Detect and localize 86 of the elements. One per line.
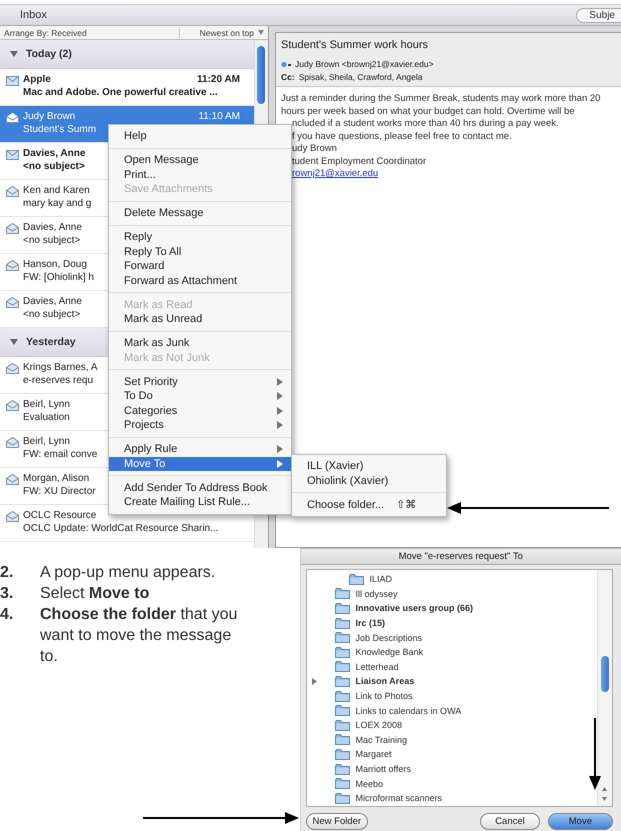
message-text-line: hours per week based on what your budget can hold. Overtime will be bbox=[281, 106, 576, 118]
message-sender: OCLC Resource bbox=[23, 510, 96, 521]
menu-item-label: Set Priority bbox=[124, 376, 178, 388]
step-text: A pop-up menu appears. bbox=[40, 563, 216, 583]
message-subject: e-reserves requ bbox=[23, 375, 94, 386]
message-subject: Mac and Adobe. One powerful creative ... bbox=[23, 87, 218, 98]
submenu-item-label: ILL (Xavier) bbox=[307, 460, 364, 472]
message-time: 11:10 AM bbox=[198, 111, 241, 122]
step-number: 3. bbox=[0, 584, 14, 604]
message-sender: Beirl, Lynn bbox=[23, 399, 70, 410]
message-subject: mary kay and g bbox=[23, 198, 92, 209]
message-text-line: ncluded if a student works more than 40 hrs during a pay week. bbox=[291, 118, 560, 130]
cc-recipients: Spisak, Sheila, Crawford, Angela bbox=[298, 72, 422, 82]
folder-name: Irc (15) bbox=[356, 618, 386, 628]
message-subject: FW: [Ohiolink] h bbox=[23, 272, 94, 283]
submenu-item-label: Ohiolink (Xavier) bbox=[307, 474, 388, 487]
group-label: Yesterday bbox=[26, 336, 76, 348]
folder-name: Letterhead bbox=[356, 662, 399, 672]
folder-name: Meebo bbox=[356, 778, 384, 789]
message-text-line: tudent Employment Coordinator bbox=[291, 156, 428, 168]
message-sender: Beirl, Lynn bbox=[23, 436, 70, 447]
menu-item-label: Delete Message bbox=[124, 207, 204, 220]
message-subject: <no subject> bbox=[23, 309, 80, 320]
message-time: 11:20 AM bbox=[197, 74, 241, 85]
message-subject: <no subject> bbox=[23, 235, 80, 246]
menu-item-label: To Do bbox=[124, 390, 153, 402]
message-subject: Evaluation bbox=[23, 412, 70, 423]
step-number: 4. bbox=[0, 605, 14, 625]
sender-address: Judy Brown <brownj21@xavier.edu> bbox=[295, 59, 434, 69]
message-subject: <no subject> bbox=[23, 161, 85, 172]
message-sender: Apple bbox=[23, 74, 51, 85]
message-sender: Davies, Anne bbox=[23, 296, 82, 307]
folder-name: Link to Photos bbox=[356, 691, 413, 702]
dialog-title: Move "e-reserves request" To bbox=[300, 549, 621, 565]
step-number: 2. bbox=[0, 563, 14, 583]
folder-name: ILIAD bbox=[370, 574, 392, 584]
folder-name: LOEX 2008 bbox=[356, 720, 402, 730]
menu-item-label: Reply bbox=[124, 231, 152, 244]
menu-item-label: Mark as Unread bbox=[124, 313, 202, 326]
menu-item-label: Save Attachments bbox=[124, 183, 213, 196]
message-sender: Morgan, Alison bbox=[23, 473, 90, 484]
menu-item-label: Projects bbox=[124, 419, 164, 432]
message-text-line: Just a reminder during the Summer Break, students may work more than 20 bbox=[281, 93, 602, 106]
message-subject: Student's Summ bbox=[23, 124, 96, 135]
folder-name: Innovative users group (66) bbox=[356, 603, 474, 614]
menu-item-label: Add Sender To Address Book bbox=[124, 482, 268, 494]
menu-item-label: Print... bbox=[124, 168, 156, 181]
menu-item-label: Categories bbox=[124, 404, 178, 417]
menu-item-label: Mark as Not Junk bbox=[124, 352, 210, 364]
folder-name: Margaret bbox=[356, 749, 392, 760]
message-sender: Davies, Anne bbox=[23, 148, 86, 159]
message-subject: FW: email conve bbox=[23, 449, 98, 460]
step-text: Select Move to bbox=[40, 584, 150, 604]
folder-name: Liaison Areas bbox=[356, 676, 414, 686]
folder-name: Job Descriptions bbox=[356, 632, 422, 643]
folder-name: Mac Training bbox=[356, 734, 408, 745]
menu-item-label: Mark as Junk bbox=[124, 337, 190, 350]
keyboard-shortcut: ⇧⌘ bbox=[396, 498, 416, 512]
menu-item-label: Move To bbox=[124, 458, 166, 470]
message-subject: OCLC Update: WorldCat Resource Sharin... bbox=[23, 523, 218, 534]
message-title: Student's Summer work hours bbox=[281, 39, 429, 51]
folder-name: Microformat scanners bbox=[356, 793, 442, 804]
message-text-line: f you have questions, please feel free to contact me. bbox=[291, 130, 513, 143]
menu-item-label: Mark as Read bbox=[124, 298, 192, 311]
menu-item-label: Forward as Attachment bbox=[124, 274, 238, 287]
submenu-item-label: Choose folder... bbox=[307, 498, 384, 511]
menu-item-label: Forward bbox=[124, 260, 164, 272]
cc-label: Cc: bbox=[281, 72, 295, 82]
folder-name: Ill odyssey bbox=[356, 588, 398, 599]
folder-title: Inbox bbox=[20, 9, 47, 21]
step-text: Choose the folder that you want to move the message to. bbox=[40, 605, 238, 667]
message-text-line: udy Brown bbox=[291, 143, 338, 156]
folder-name: Links to calendars in OWA bbox=[356, 706, 462, 716]
message-sender: Judy Brown bbox=[23, 111, 76, 122]
folder-name: Knowledge Bank bbox=[356, 647, 424, 658]
message-sender: Hanson, Doug bbox=[23, 259, 87, 270]
message-sender: Davies, Anne bbox=[23, 222, 82, 233]
menu-item-label: Apply Rule bbox=[124, 443, 178, 456]
folder-name: Marriott offers bbox=[356, 764, 411, 774]
message-sender: Ken and Karen bbox=[23, 185, 90, 196]
menu-item-label: Help bbox=[124, 130, 147, 142]
menu-item-label: Open Message bbox=[124, 154, 199, 166]
message-subject: FW: XU Director bbox=[23, 486, 96, 497]
group-label: Today (2) bbox=[26, 48, 72, 60]
menu-item-label: Reply To All bbox=[124, 246, 182, 258]
message-sender: Krings Barnes, A bbox=[23, 362, 98, 373]
